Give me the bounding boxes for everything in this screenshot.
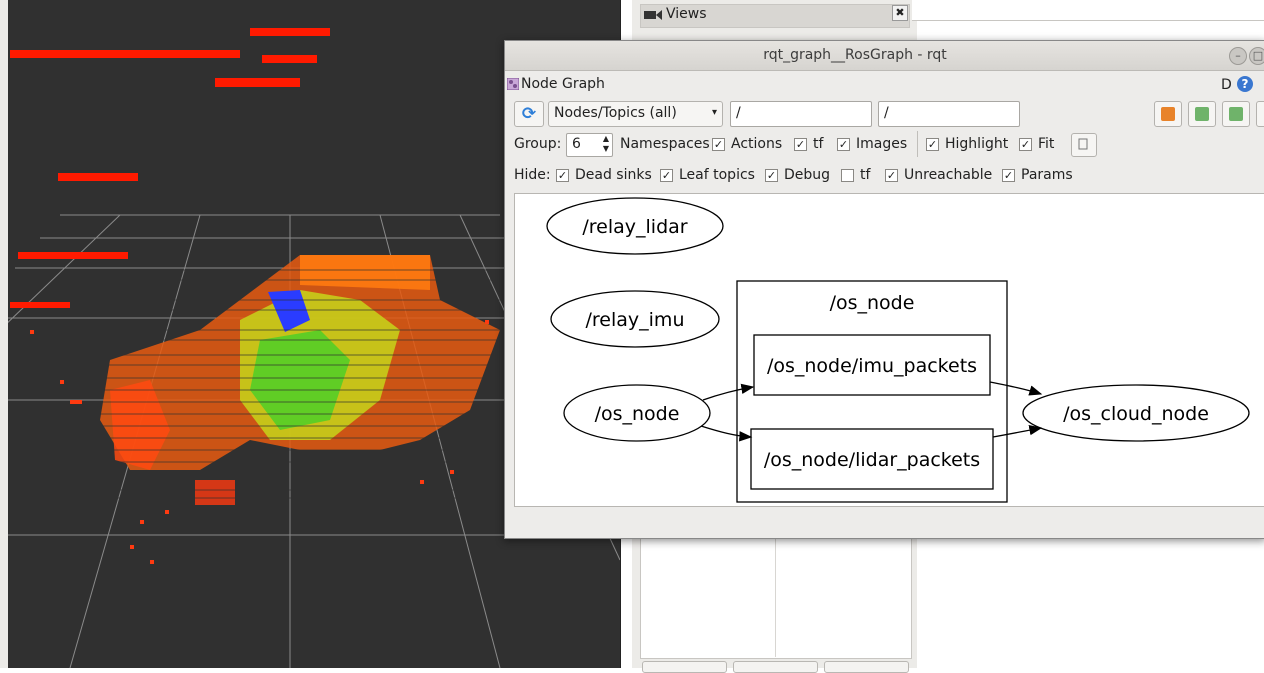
fit-label: Fit <box>1038 136 1055 152</box>
maximize-icon[interactable]: □ <box>1249 47 1264 65</box>
fit-in-view-button[interactable] <box>1071 133 1097 157</box>
rqt-window: rqt_graph__RosGraph - rqt – □ Node Graph… <box>504 40 1264 539</box>
actions-label: Actions <box>731 136 783 152</box>
edge-lidar-packets-to-os-cloud-node <box>992 425 1043 438</box>
unreachable-checkbox[interactable]: ✓ <box>885 169 898 182</box>
leaf-topics-checkbox[interactable]: ✓ <box>660 169 673 182</box>
views-button-2[interactable] <box>733 661 818 673</box>
topic-imu-packets-label: /os_node/imu_packets <box>767 355 977 377</box>
dock-d-button[interactable]: D <box>1221 77 1232 93</box>
group-spinbox[interactable]: 6 ▲ ▼ <box>566 133 613 157</box>
help-icon[interactable]: ? <box>1237 76 1253 92</box>
fit-icon <box>1078 138 1088 150</box>
refresh-icon: ⟳ <box>521 104 537 124</box>
views-button-3[interactable] <box>824 661 909 673</box>
load-dot-button[interactable] <box>1154 101 1182 127</box>
fit-checkbox[interactable]: ✓ <box>1019 138 1032 151</box>
save-dot-icon <box>1195 107 1209 121</box>
group-os-node-label: /os_node <box>830 292 915 314</box>
params-label: Params <box>1021 167 1073 183</box>
topic-lidar-packets-label: /os_node/lidar_packets <box>764 449 980 471</box>
tf-hide-checkbox[interactable] <box>841 169 854 182</box>
node-os-node-label: /os_node <box>595 403 680 425</box>
hide-label: Hide: <box>514 167 551 183</box>
left-edge-strip <box>0 0 8 668</box>
topic-filter-input[interactable]: / <box>878 101 1020 127</box>
load-dot-icon <box>1161 107 1175 121</box>
spin-down-icon[interactable]: ▼ <box>603 144 609 153</box>
images-label: Images <box>856 136 908 152</box>
node-graph-plugin-icon <box>507 78 519 90</box>
properties-field[interactable] <box>912 0 1264 21</box>
highlight-checkbox[interactable]: ✓ <box>926 138 939 151</box>
dead-sinks-checkbox[interactable]: ✓ <box>556 169 569 182</box>
topic-filter-value: / <box>884 105 889 121</box>
save-svg-icon <box>1229 107 1243 121</box>
close-icon[interactable]: ✖ <box>892 5 908 21</box>
save-dot-button[interactable] <box>1188 101 1216 127</box>
debug-label: Debug <box>784 167 831 183</box>
params-checkbox[interactable]: ✓ <box>1002 169 1015 182</box>
spin-up-icon[interactable]: ▲ <box>603 134 609 143</box>
group-label: Group: <box>514 136 562 152</box>
minimize-icon[interactable]: – <box>1229 47 1247 65</box>
node-relay-imu-label: /relay_imu <box>586 309 685 331</box>
actions-checkbox[interactable]: ✓ <box>712 138 725 151</box>
far-points <box>10 28 330 308</box>
graph-canvas[interactable]: /relay_lidar /relay_imu /os_node /os_nod… <box>514 193 1264 507</box>
leaf-topics-label: Leaf topics <box>679 167 755 183</box>
namespaces-label: Namespaces <box>620 136 710 152</box>
images-checkbox[interactable]: ✓ <box>837 138 850 151</box>
dead-sinks-label: Dead sinks <box>575 167 652 183</box>
toolbar-separator <box>917 131 918 157</box>
views-list-divider <box>775 535 776 657</box>
refresh-button[interactable]: ⟳ <box>514 101 544 127</box>
edge-os-node-to-lidar-packets <box>700 425 753 442</box>
tf-hide-label: tf <box>860 167 871 183</box>
edge-os-node-to-imu-packets <box>702 383 755 401</box>
unreachable-label: Unreachable <box>904 167 993 183</box>
graph-type-value: Nodes/Topics (all) <box>554 105 677 121</box>
point-cluster <box>100 255 500 505</box>
views-panel-title: Views <box>666 6 707 22</box>
namespace-filter-input[interactable]: / <box>730 101 872 127</box>
views-button-1[interactable] <box>642 661 727 673</box>
save-image-button[interactable] <box>1256 101 1264 127</box>
group-value: 6 <box>572 136 581 152</box>
highlight-label: Highlight <box>945 136 1009 152</box>
tf-group-label: tf <box>813 136 824 152</box>
rqt-window-title: rqt_graph__RosGraph - rqt <box>763 47 947 63</box>
node-os-cloud-node-label: /os_cloud_node <box>1063 403 1209 425</box>
views-camera-icon <box>644 10 662 20</box>
rqt-titlebar[interactable]: rqt_graph__RosGraph - rqt – □ <box>505 41 1264 71</box>
debug-checkbox[interactable]: ✓ <box>765 169 778 182</box>
edge-imu-packets-to-os-cloud-node <box>989 381 1043 396</box>
plugin-title: Node Graph <box>521 76 605 92</box>
views-list[interactable] <box>640 535 912 659</box>
save-svg-button[interactable] <box>1222 101 1250 127</box>
namespace-filter-value: / <box>736 105 741 121</box>
chevron-down-icon: ▾ <box>711 107 717 118</box>
graph-type-dropdown[interactable]: Nodes/Topics (all) ▾ <box>548 101 723 127</box>
tf-group-checkbox[interactable]: ✓ <box>794 138 807 151</box>
node-relay-lidar-label: /relay_lidar <box>582 216 687 238</box>
